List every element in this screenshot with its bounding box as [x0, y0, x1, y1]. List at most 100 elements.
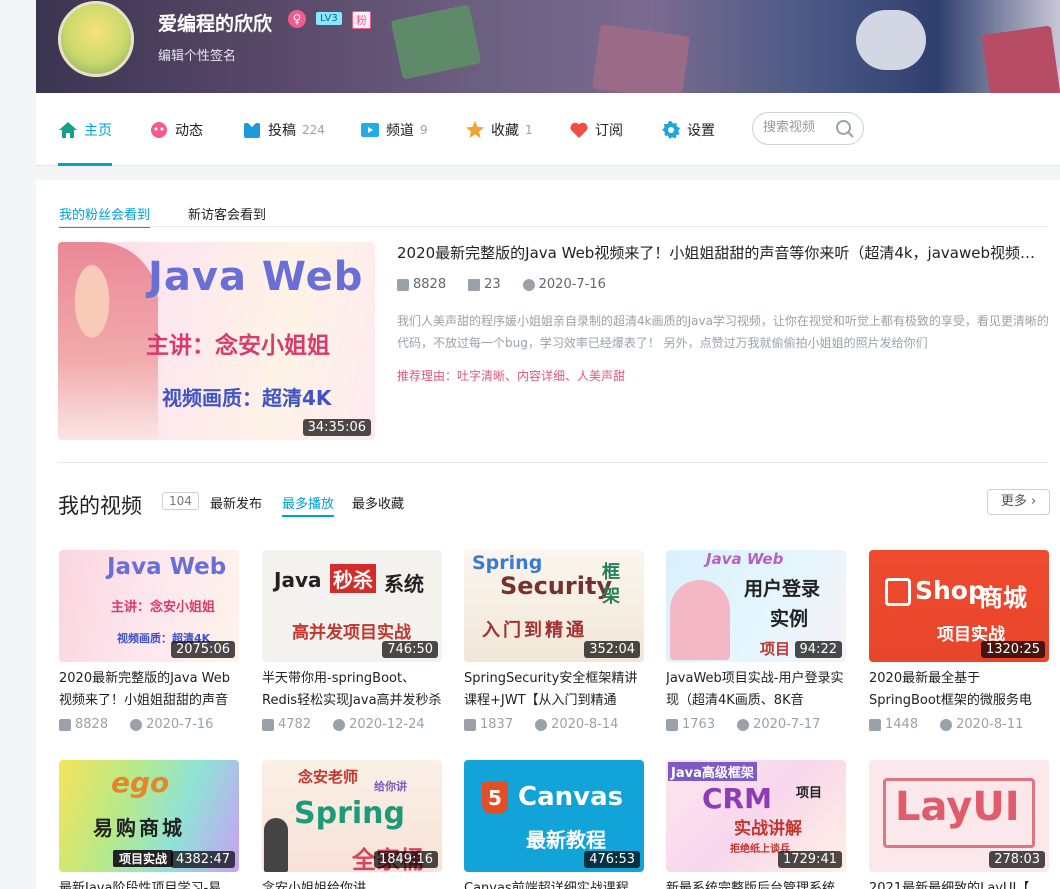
video-title[interactable]: 念安小姐姐给你讲: [262, 878, 442, 889]
video-meta: 4782 2020-12-24: [262, 717, 462, 732]
video-card[interactable]: Java Web 主讲：念安小姐姐 视频画质：超清4K 2075:06 2020…: [59, 550, 239, 732]
publish-date: 2020-8-14: [551, 717, 619, 732]
publish-date: 2020-7-16: [146, 717, 214, 732]
cover-text: Java Web: [107, 554, 227, 580]
divider: [58, 226, 1048, 227]
video-search[interactable]: [752, 112, 864, 145]
video-card[interactable]: Shop 商城 项目实战 1320:25 2020最新最全基于SpringBoo…: [869, 550, 1049, 732]
video-title[interactable]: 2020最新完整版的Java Web视频来了！小姐姐甜甜的声音: [59, 668, 239, 712]
avatar[interactable]: [58, 1, 134, 77]
more-button[interactable]: 更多 ›: [987, 489, 1050, 515]
video-cover[interactable]: ego 易购商城 项目实战 4382:47: [59, 760, 239, 872]
play-count-icon: [464, 718, 476, 731]
play-count-icon: [59, 718, 71, 731]
play-count-icon: [262, 718, 274, 731]
fan-badge: 粉: [352, 11, 371, 29]
video-cover[interactable]: Spring Security 框 架 入门到精通 352:04: [464, 550, 644, 662]
tab-label: 订阅: [595, 122, 623, 139]
signature-edit[interactable]: 编辑个性签名: [158, 45, 236, 64]
video-card[interactable]: ego 易购商城 项目实战 4382:47 最新Java阶段性项目学习-易: [59, 760, 239, 889]
tab-fans-see[interactable]: 我的粉丝会看到: [59, 204, 151, 228]
tab-channels[interactable]: 频道 9: [360, 93, 428, 166]
video-duration: 476:53: [584, 851, 640, 868]
cover-text: 项目实战: [113, 850, 174, 867]
video-card[interactable]: Java 秒杀 系统 高并发项目实战 746:50 半天带你用-springBo…: [262, 550, 442, 732]
tab-favorites[interactable]: 收藏 1: [465, 93, 533, 166]
video-title[interactable]: 2021最新最细致的LayUI【: [869, 878, 1049, 889]
recommend-reason: 推荐理由：吐字清晰、内容详细、人美声甜: [397, 369, 626, 383]
sort-most-played[interactable]: 最多播放: [282, 493, 335, 517]
video-card[interactable]: Java高级框架 CRM 项目 实战讲解 拒绝纸上谈兵 1729:41 新最系统…: [666, 760, 846, 889]
cover-text: Java高级框架: [668, 762, 757, 781]
video-title[interactable]: SpringSecurity安全框架精讲课程+JWT【从入门到精通: [464, 668, 644, 712]
sort-latest[interactable]: 最新发布: [210, 493, 262, 512]
cover-text: 主讲：念安小姐姐: [146, 333, 330, 359]
cover-text: 念安老师: [298, 768, 359, 786]
video-cover[interactable]: Shop 商城 项目实战 1320:25: [869, 550, 1049, 662]
video-card[interactable]: Java Web 用户登录 实例 项目 94:22 JavaWeb项目实战-用户…: [666, 550, 846, 732]
search-icon[interactable]: [835, 119, 855, 139]
clock-icon: [130, 718, 143, 731]
tab-label: 主页: [84, 122, 112, 139]
tab-settings[interactable]: 设置: [661, 93, 715, 166]
tab-label: 频道: [386, 122, 414, 139]
video-card[interactable]: Spring Security 框 架 入门到精通 352:04 SpringS…: [464, 550, 644, 732]
video-cover[interactable]: Java高级框架 CRM 项目 实战讲解 拒绝纸上谈兵 1729:41: [666, 760, 846, 872]
banner-bunny-decoration: [856, 10, 926, 70]
search-input[interactable]: [763, 120, 833, 135]
tab-count: 9: [420, 122, 428, 137]
cover-text: 视频画质：超清4K: [162, 386, 332, 410]
play-count: 1837: [480, 717, 514, 732]
cover-illustration: [670, 580, 730, 660]
video-title[interactable]: Canvas前端超详细实战课程: [464, 878, 644, 889]
channel-icon: [361, 122, 379, 137]
video-cover[interactable]: LayUI 278:03: [869, 760, 1049, 872]
more-label: 更多: [1000, 494, 1027, 509]
video-title[interactable]: JavaWeb项目实战-用户登录实现（超清4K画质、8K音: [666, 668, 846, 712]
cover-text: 最新教程: [526, 828, 606, 852]
video-cover[interactable]: Java Web 主讲：念安小姐姐 视频画质：超清4K 2075:06: [59, 550, 239, 662]
video-duration: 1729:41: [777, 851, 842, 868]
cover-text: Java Web: [706, 550, 784, 568]
cover-text: Spring: [472, 552, 543, 574]
video-title[interactable]: 2020最新最全基于SpringBoot框架的微服务电: [869, 668, 1049, 712]
publish-date: 2020-8-11: [956, 717, 1024, 732]
play-count: 8828: [413, 277, 447, 292]
video-card[interactable]: LayUI 278:03 2021最新最细致的LayUI【: [869, 760, 1049, 889]
video-duration: 278:03: [989, 851, 1045, 868]
tab-uploads[interactable]: 投稿 224: [242, 93, 325, 166]
video-cover[interactable]: Java 秒杀 系统 高并发项目实战 746:50: [262, 550, 442, 662]
heart-icon: [570, 122, 588, 138]
cover-text: 给你讲: [374, 780, 407, 793]
sort-most-favorited[interactable]: 最多收藏: [352, 493, 404, 512]
play-count-icon: [869, 718, 881, 731]
video-cover[interactable]: 5 Canvas 最新教程 476:53: [464, 760, 644, 872]
video-cover[interactable]: 念安老师 给你讲 Spring 全家桶 1849:16: [262, 760, 442, 872]
video-cover[interactable]: Java Web 用户登录 实例 项目 94:22: [666, 550, 846, 662]
video-card[interactable]: 5 Canvas 最新教程 476:53 Canvas前端超详细实战课程: [464, 760, 644, 889]
tab-home[interactable]: 主页: [58, 93, 112, 166]
cover-text: 秒杀: [330, 564, 376, 593]
video-duration: 94:22: [794, 641, 842, 658]
featured-video-title[interactable]: 2020最新完整版的Java Web视频来了！小姐姐甜甜的声音等你来听（超清4k…: [397, 242, 1047, 263]
featured-video-cover[interactable]: Java Web 主讲：念安小姐姐 视频画质：超清4K 34:35:06: [58, 242, 375, 440]
section-title: 我的视频: [58, 494, 142, 518]
cover-text: Java Web: [148, 254, 364, 300]
cover-text: CRM: [702, 782, 772, 815]
tab-subscriptions[interactable]: 订阅: [569, 93, 623, 166]
tab-visitors-see[interactable]: 新访客会看到: [188, 204, 266, 223]
video-title[interactable]: 新最系统完整版后台管理系统: [666, 878, 846, 889]
video-title[interactable]: 最新Java阶段性项目学习-易: [59, 878, 239, 889]
featured-video-description: 我们人美声甜的程序媛小姐姐亲自录制的超清4k画质的Java学习视频，让你在视觉和…: [397, 314, 1049, 350]
cover-text: Security: [500, 572, 613, 600]
tab-dynamic[interactable]: 动态: [149, 93, 203, 166]
video-duration: 352:04: [584, 641, 640, 658]
tab-count: 1: [525, 122, 533, 137]
video-title[interactable]: 半天带你用-springBoot、Redis轻松实现Java高并发秒杀: [262, 668, 442, 712]
video-card[interactable]: 念安老师 给你讲 Spring 全家桶 1849:16 念安小姐姐给你讲: [262, 760, 442, 889]
clock-icon: [522, 278, 535, 291]
cover-illustration: [264, 818, 288, 872]
cover-illustration: [58, 242, 158, 440]
play-count: 4782: [278, 717, 312, 732]
cover-text: ego: [111, 766, 170, 799]
